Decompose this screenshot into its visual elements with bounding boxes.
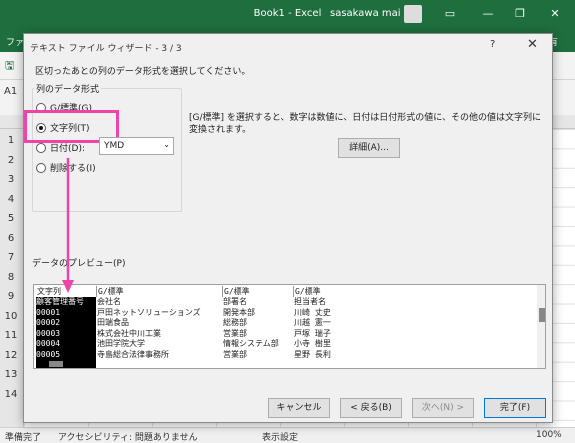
- save-icon[interactable]: 🖫: [5, 57, 14, 76]
- row-number[interactable]: 13: [0, 369, 22, 380]
- row-number[interactable]: 12: [0, 350, 22, 361]
- preview-cell: 池田学院大学: [97, 339, 145, 348]
- preview-column[interactable]: 担当者名 川崎 丈史 川越 憲一 戸塚 瑞子 小寺 樹里 星野 長利: [294, 297, 534, 360]
- date-format-value: YMD: [104, 141, 125, 151]
- row-number[interactable]: 6: [0, 233, 22, 244]
- row-number[interactable]: 5: [0, 213, 22, 224]
- row-number[interactable]: 10: [0, 311, 22, 322]
- preview-cell: 00001: [36, 307, 61, 317]
- close-icon[interactable]: ✕: [527, 37, 538, 52]
- preview-cell: 戸塚 瑞子: [294, 328, 331, 338]
- cancel-button[interactable]: キャンセル: [268, 398, 330, 418]
- column-format-group-label: 列のデータ形式: [34, 82, 102, 95]
- data-preview[interactable]: 文字列 G/標準 G/標準 G/標準 顧客管理番号 00001 00002 00…: [33, 284, 546, 369]
- row-number[interactable]: 7: [0, 252, 22, 263]
- finish-button[interactable]: 完了(F): [484, 398, 546, 418]
- chevron-down-icon: ⌄: [163, 140, 170, 149]
- ribbon-display-icon[interactable]: ▭: [440, 5, 460, 23]
- preview-cell: 00003: [36, 328, 61, 338]
- dialog-title: テキスト ファイル ウィザード - 3 / 3: [30, 44, 182, 54]
- preview-cell: 川崎 丈史: [294, 307, 331, 317]
- preview-cell: 情報システム部: [223, 339, 279, 348]
- radio-skip-label: 削除する(I): [50, 164, 96, 174]
- status-bar: 準備完了 アクセシビリティ: 問題ありません 表示設定 100%: [0, 427, 575, 443]
- row-number[interactable]: 2: [0, 155, 22, 166]
- scrollbar-thumb[interactable]: [539, 308, 545, 322]
- row-number[interactable]: 3: [0, 174, 22, 185]
- advanced-button[interactable]: 詳細(A)...: [338, 138, 400, 158]
- format-description: [G/標準] を選択すると、数字は数値に、日付は日付形式の値に、その他の値は文字…: [189, 113, 541, 135]
- preview-cell: 小寺 樹里: [294, 339, 331, 348]
- zoom-level[interactable]: 100%: [536, 430, 562, 440]
- user-avatar[interactable]: [404, 5, 422, 23]
- row-number[interactable]: 14: [0, 389, 22, 400]
- preview-column[interactable]: 部署名 開発本部 総務部 営業部 情報システム部 営業部: [223, 297, 293, 360]
- preview-cell: 株式会社中川工業: [97, 328, 161, 338]
- preview-cell: 担当者名: [294, 297, 326, 306]
- window-close-icon[interactable]: ✕: [545, 5, 565, 23]
- display-settings[interactable]: 表示設定: [262, 430, 298, 443]
- preview-header[interactable]: G/標準: [293, 286, 537, 297]
- minimize-icon[interactable]: —: [478, 5, 498, 23]
- next-button[interactable]: 次へ(N) >: [412, 398, 474, 418]
- preview-cell: 戸田ネットソリューションズ: [97, 307, 201, 317]
- row-number[interactable]: 4: [0, 194, 22, 205]
- row-number[interactable]: 8: [0, 272, 22, 283]
- excel-title-bar: Book1 - Excel sasakawa mai ▭ — ❐ ✕: [0, 0, 575, 30]
- preview-cell: 部署名: [223, 297, 247, 306]
- back-button[interactable]: < 戻る(B): [340, 398, 402, 418]
- preview-header[interactable]: 文字列: [36, 286, 96, 297]
- help-icon[interactable]: ?: [490, 39, 495, 50]
- preview-cell: 顧客管理番号: [36, 297, 84, 306]
- accessibility-status[interactable]: アクセシビリティ: 問題ありません: [58, 430, 198, 443]
- preview-label: データのプレビュー(P): [32, 259, 126, 269]
- name-box[interactable]: A1: [4, 86, 24, 106]
- preview-cell: 田端食品: [97, 318, 129, 327]
- preview-column[interactable]: 会社名 戸田ネットソリューションズ 田端食品 株式会社中川工業 池田学院大学 寺…: [97, 297, 222, 360]
- user-name[interactable]: sasakawa mai: [330, 8, 401, 19]
- instruction-text: 区切ったあとの列のデータ形式を選択してください。: [35, 67, 251, 77]
- preview-header[interactable]: G/標準: [222, 286, 293, 297]
- row-header-bar: 1 2 3 4 5 6 7 8 9 10 11 12 13 14: [0, 129, 24, 427]
- radio-button-icon[interactable]: [36, 162, 46, 173]
- status-ready: 準備完了: [5, 433, 42, 443]
- preview-column-selected[interactable]: 顧客管理番号 00001 00002 00003 00004 00005: [36, 297, 96, 368]
- row-number[interactable]: 11: [0, 330, 22, 341]
- horizontal-scrollbar-thumb[interactable]: [49, 361, 63, 367]
- preview-vertical-scrollbar[interactable]: [537, 285, 545, 368]
- preview-cell: 総務部: [223, 318, 247, 327]
- preview-cell: 会社名: [97, 297, 121, 306]
- preview-cell: 00002: [36, 318, 61, 327]
- date-format-select[interactable]: YMD ⌄: [99, 137, 174, 155]
- preview-cell: 00005: [36, 349, 61, 359]
- text-import-wizard-dialog: テキスト ファイル ウィザード - 3 / 3 ? ✕ 区切ったあとの列のデータ…: [23, 33, 553, 423]
- radio-skip[interactable]: 削除する(I): [36, 161, 96, 174]
- preview-cell: 開発本部: [223, 307, 255, 317]
- preview-cell: 川越 憲一: [294, 318, 331, 327]
- radio-button-icon[interactable]: [36, 142, 46, 153]
- preview-cell: 寺島総合法律事務所: [97, 349, 169, 359]
- preview-header[interactable]: G/標準: [96, 286, 222, 297]
- row-number[interactable]: 9: [0, 291, 22, 302]
- preview-cell: 営業部: [223, 328, 247, 338]
- preview-cell: 星野 長利: [294, 349, 331, 359]
- preview-cell: 00004: [36, 339, 61, 348]
- preview-cell: 営業部: [223, 349, 247, 359]
- restore-icon[interactable]: ❐: [510, 5, 530, 23]
- row-number[interactable]: 1: [0, 135, 22, 146]
